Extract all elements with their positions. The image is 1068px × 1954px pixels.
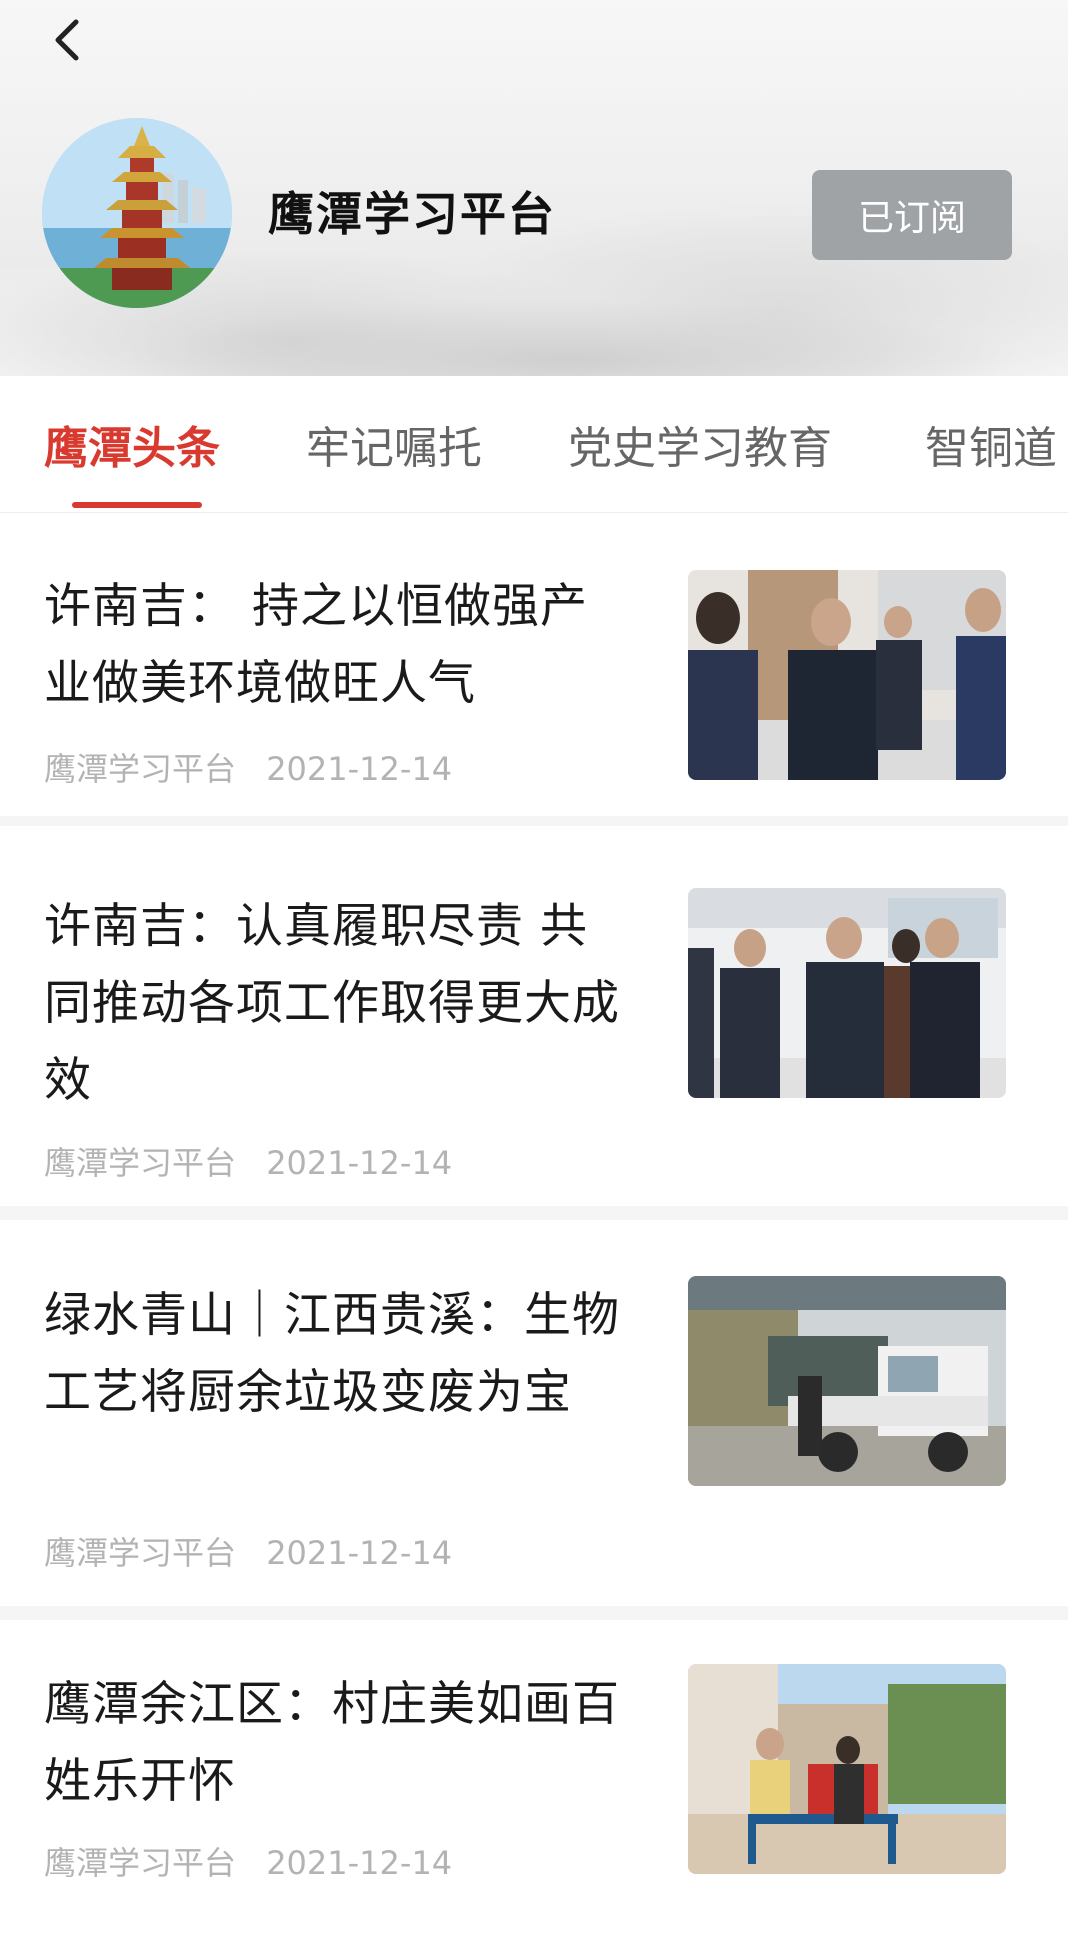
- pagoda-image: [42, 118, 232, 308]
- article-title: 绿水青山｜江西贵溪：生物工艺将厨余垃圾变废为宝: [44, 1288, 620, 1420]
- chevron-left-icon: [55, 19, 79, 61]
- tab-zhitongdao[interactable]: 智铜道: [925, 412, 1057, 476]
- back-button[interactable]: [40, 10, 100, 70]
- article-date: 2021-12-14: [266, 1144, 453, 1182]
- article-meta: 鹰潭学习平台 2021-12-14: [44, 1138, 452, 1184]
- article-thumbnail: [688, 1664, 1006, 1874]
- active-tab-indicator: [72, 502, 202, 508]
- tab-remember-entrustment[interactable]: 牢记嘱托: [306, 412, 482, 476]
- article-source: 鹰潭学习平台: [44, 1844, 237, 1882]
- channel-avatar: [42, 118, 232, 308]
- subscribed-button[interactable]: 已订阅: [812, 170, 1012, 260]
- article-meta: 鹰潭学习平台 2021-12-14: [44, 1838, 452, 1884]
- list-item[interactable]: 绿水青山｜江西贵溪：生物工艺将厨余垃圾变废为宝 鹰潭学习平台 2021-12-1…: [0, 1220, 1068, 1606]
- article-date: 2021-12-14: [266, 750, 453, 788]
- article-date: 2021-12-14: [266, 1534, 453, 1572]
- tab-yingtan-headlines[interactable]: 鹰潭头条: [44, 412, 220, 476]
- article-source: 鹰潭学习平台: [44, 750, 237, 788]
- list-item[interactable]: 鹰潭余江区：村庄美如画百姓乐开怀 鹰潭学习平台 2021-12-14: [0, 1620, 1068, 1954]
- channel-header: 鹰潭学习平台 已订阅: [0, 0, 1068, 376]
- article-thumbnail: [688, 888, 1006, 1098]
- list-item[interactable]: 许南吉：认真履职尽责 共同推动各项工作取得更大成效 鹰潭学习平台 2021-12…: [0, 826, 1068, 1206]
- article-meta: 鹰潭学习平台 2021-12-14: [44, 744, 452, 790]
- article-thumbnail: [688, 570, 1006, 780]
- article-title: 许南吉：认真履职尽责 共同推动各项工作取得更大成效: [44, 899, 620, 1108]
- article-title: 鹰潭余江区：村庄美如画百姓乐开怀: [44, 1677, 620, 1809]
- article-thumbnail: [688, 1276, 1006, 1486]
- article-meta: 鹰潭学习平台 2021-12-14: [44, 1528, 452, 1574]
- article-source: 鹰潭学习平台: [44, 1144, 237, 1182]
- list-item[interactable]: 许南吉： 持之以恒做强产业做美环境做旺人气 鹰潭学习平台 2021-12-14: [0, 512, 1068, 802]
- category-tabs: 鹰潭头条 牢记嘱托 党史学习教育 智铜道: [0, 376, 1068, 513]
- list-divider: [0, 1206, 1068, 1220]
- article-source: 鹰潭学习平台: [44, 1534, 237, 1572]
- article-date: 2021-12-14: [266, 1844, 453, 1882]
- list-divider: [0, 1606, 1068, 1620]
- list-divider: [0, 816, 1068, 826]
- tab-party-history-education[interactable]: 党史学习教育: [568, 412, 832, 476]
- article-title: 许南吉： 持之以恒做强产业做美环境做旺人气: [44, 579, 588, 711]
- channel-title: 鹰潭学习平台: [268, 187, 556, 241]
